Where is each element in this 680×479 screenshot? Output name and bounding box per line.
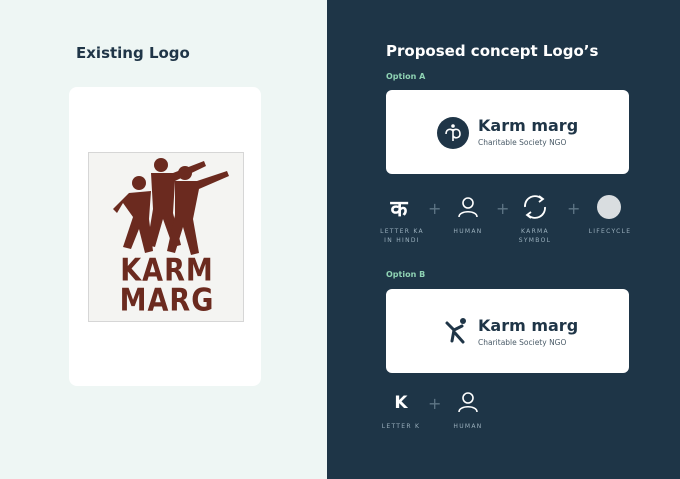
option-b-brand-name: Karm marg xyxy=(478,316,579,335)
option-a-tagline: Charitable Society NGO xyxy=(478,138,567,147)
human-caption: HUMAN xyxy=(453,423,483,430)
option-b-logo-card: Karm marg Charitable Society NGO xyxy=(386,289,629,373)
letter-ka-glyph: क xyxy=(390,197,408,222)
option-a-label: Option A xyxy=(386,72,426,81)
lifecycle-caption: LIFECYCLE xyxy=(588,228,632,235)
existing-logo-panel: Existing Logo KARM MARG xyxy=(0,0,327,479)
existing-logo-word-2: MARG xyxy=(119,282,215,319)
proposed-logos-title: Proposed concept Logo’s xyxy=(386,42,599,60)
plus-icon: + xyxy=(567,199,581,218)
option-a-logo-card: Karm marg Charitable Society NGO xyxy=(386,90,629,174)
karma-symbol-caption: KARMA SYMBOL xyxy=(518,228,552,244)
option-b-label: Option B xyxy=(386,270,426,279)
circle-icon xyxy=(597,195,621,219)
letter-ka-caption: LETTER KA IN HINDI xyxy=(380,228,424,244)
letter-k-glyph: K xyxy=(394,393,408,413)
option-a-brand-name: Karm marg xyxy=(478,116,579,135)
plus-icon: + xyxy=(428,394,442,413)
plus-icon: + xyxy=(428,199,442,218)
karm-marg-mark-b-icon xyxy=(445,318,466,344)
letter-k-caption: LETTER K xyxy=(381,423,421,430)
option-b-tagline: Charitable Society NGO xyxy=(478,338,567,347)
karm-marg-mark-a-icon xyxy=(437,117,469,149)
human-caption: HUMAN xyxy=(453,228,483,235)
plus-icon: + xyxy=(496,199,510,218)
karma-cycle-icon xyxy=(524,195,546,219)
existing-logo-card: KARM MARG xyxy=(69,87,261,386)
existing-logo-title: Existing Logo xyxy=(76,44,190,62)
existing-logo-image: KARM MARG xyxy=(88,152,244,322)
